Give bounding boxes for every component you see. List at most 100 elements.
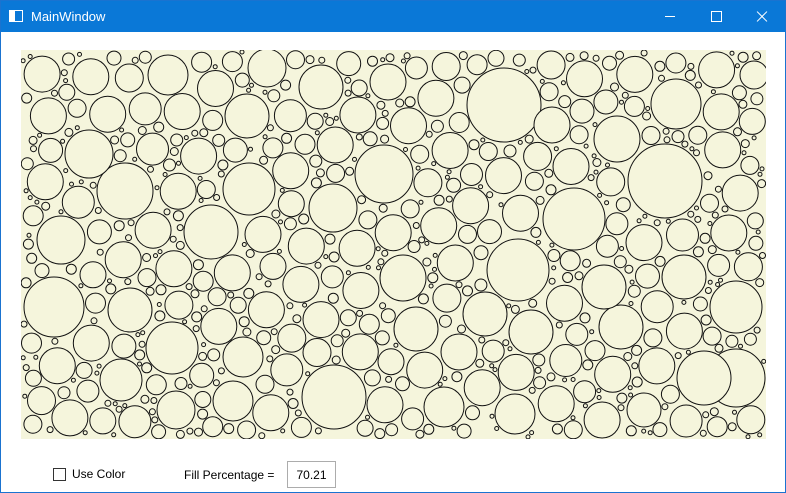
packed-circle — [671, 130, 685, 144]
packed-circle — [320, 265, 344, 289]
packed-circle — [207, 287, 227, 307]
packed-circle — [224, 93, 270, 139]
packed-circle — [466, 67, 542, 143]
packed-circle — [201, 342, 207, 348]
packed-circle — [107, 278, 112, 284]
packed-circle — [363, 369, 381, 387]
packed-circle — [390, 107, 427, 145]
packed-circle — [623, 352, 633, 361]
packed-circle — [718, 277, 723, 283]
fill-percentage-field[interactable]: 70.21 — [287, 461, 336, 488]
packed-circle — [560, 80, 566, 86]
packed-circle — [271, 209, 281, 219]
packed-circle — [118, 405, 152, 439]
packed-circle — [681, 140, 689, 148]
packed-circle — [625, 224, 663, 262]
packed-circle — [663, 136, 671, 144]
minimize-button[interactable] — [647, 1, 693, 32]
packed-circle — [413, 168, 443, 198]
packed-circle — [478, 184, 484, 190]
packed-circle — [591, 153, 597, 159]
packed-circle — [605, 212, 629, 236]
packed-circle — [341, 328, 351, 338]
packed-circle — [26, 232, 32, 238]
packed-circle — [431, 132, 469, 169]
packed-circle — [65, 263, 77, 275]
packed-circle — [131, 56, 139, 64]
packed-circle — [148, 408, 156, 416]
packed-circle — [183, 135, 189, 141]
packed-circle — [404, 56, 428, 80]
packed-circle — [290, 416, 312, 438]
packed-circle — [241, 242, 247, 247]
packed-circle — [759, 252, 766, 259]
packed-circle — [23, 188, 29, 194]
packed-circle — [552, 148, 590, 185]
packed-circle — [51, 337, 59, 345]
close-button[interactable] — [739, 1, 785, 32]
packed-circle — [150, 397, 158, 404]
packed-circle — [60, 69, 68, 77]
packed-circle — [63, 78, 69, 84]
fill-percentage-label: Fill Percentage = — [184, 468, 275, 482]
packed-circle — [266, 355, 274, 363]
packed-circle — [528, 298, 538, 308]
circles-drawing — [21, 50, 766, 439]
packed-circle — [430, 119, 444, 133]
packed-circle — [594, 355, 632, 393]
packed-circle — [647, 430, 653, 436]
packed-circle — [428, 283, 434, 289]
title-bar[interactable]: MainWindow — [1, 1, 785, 32]
packed-circle — [175, 240, 185, 250]
packed-circle — [733, 127, 742, 137]
packed-circle — [122, 403, 128, 409]
packed-circle — [30, 145, 37, 153]
packed-circle — [104, 241, 142, 279]
packed-circle — [535, 239, 541, 245]
packed-circle — [681, 299, 687, 305]
packed-circle — [140, 394, 150, 404]
packed-circle — [185, 283, 193, 291]
packed-circle — [271, 345, 281, 355]
packed-circle — [86, 219, 112, 245]
packed-circle — [277, 190, 305, 218]
packed-circle — [154, 310, 166, 322]
packed-circle — [330, 334, 344, 348]
packed-circle — [366, 386, 404, 424]
packed-circle — [136, 132, 169, 166]
packed-circle — [423, 386, 465, 428]
packed-circle — [745, 434, 751, 439]
packed-circle — [199, 128, 209, 138]
packed-circle — [562, 272, 574, 283]
packed-circle — [142, 253, 152, 262]
packed-circle — [344, 89, 352, 97]
packed-circle — [615, 197, 631, 213]
use-color-checkbox-box[interactable] — [53, 467, 66, 481]
packed-circle — [247, 291, 285, 329]
packed-circle — [212, 380, 254, 422]
packed-circle — [699, 232, 711, 244]
packed-circle — [456, 423, 472, 439]
use-color-checkbox[interactable]: Use Color — [53, 467, 125, 481]
packed-circle — [286, 388, 294, 396]
packed-circle — [539, 78, 545, 84]
packed-circle — [137, 361, 142, 367]
packed-circle — [163, 93, 201, 130]
packed-circle — [282, 265, 320, 303]
packed-circle — [698, 51, 736, 89]
packed-circle — [41, 201, 51, 211]
packed-circle — [395, 98, 405, 108]
packed-circle — [714, 343, 724, 353]
packed-circle — [446, 169, 452, 175]
packed-circle — [169, 235, 177, 243]
packed-circle — [78, 283, 84, 289]
packed-circle — [28, 135, 38, 145]
packed-circle — [212, 64, 218, 70]
packed-circle — [689, 146, 695, 152]
packed-circle — [738, 99, 748, 109]
packed-circle — [555, 321, 563, 329]
packed-circle — [377, 348, 405, 376]
packed-circle — [406, 351, 444, 389]
packed-circle — [34, 263, 50, 279]
maximize-button[interactable] — [693, 1, 739, 32]
